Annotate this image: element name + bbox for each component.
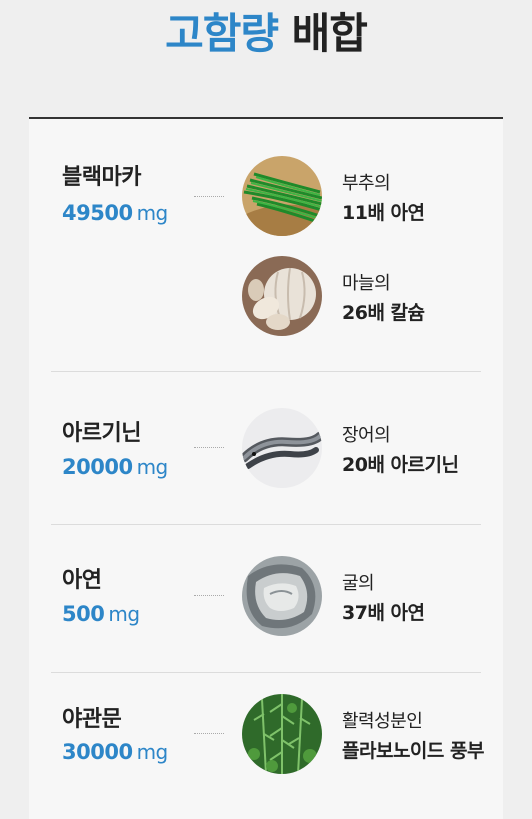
- dotted-connector: [194, 447, 224, 448]
- oyster-icon: [242, 556, 322, 636]
- amount-value: 500: [62, 602, 105, 626]
- ingredient-name: 아르기닌: [62, 421, 141, 446]
- comparison-source: 부추의: [342, 173, 391, 194]
- title-accent: 고함량: [165, 9, 279, 58]
- comparison-value: 37배 아연: [342, 602, 425, 624]
- comparison-source: 장어의: [342, 425, 391, 446]
- row-divider: [51, 672, 481, 673]
- ingredient-amount: 500 mg: [62, 602, 140, 626]
- dotted-connector: [194, 733, 224, 734]
- comparison-source: 활력성분인: [342, 711, 423, 732]
- row-divider: [51, 371, 481, 372]
- amount-value: 30000: [62, 740, 133, 764]
- eel-icon: [242, 408, 322, 488]
- title-rest: 배합: [291, 9, 368, 58]
- ingredient-name: 아연: [62, 568, 102, 593]
- amount-unit: mg: [108, 602, 140, 626]
- comparison-value: 11배 아연: [342, 202, 425, 224]
- comparison-value: 플라보노이드 풍부: [342, 740, 484, 762]
- herb-icon: [242, 694, 322, 774]
- row-divider: [51, 524, 481, 525]
- ingredients-card: 블랙마카 49500 mg 부추의 11배 아연 마늘의 26배 칼슘 아르기닌…: [29, 117, 503, 819]
- ingredient-amount: 49500 mg: [62, 201, 168, 225]
- dotted-connector: [194, 595, 224, 596]
- chives-icon: [242, 156, 322, 236]
- ingredient-name: 야관문: [62, 707, 122, 732]
- comparison-source: 마늘의: [342, 273, 391, 294]
- amount-value: 20000: [62, 455, 133, 479]
- garlic-icon: [242, 256, 322, 336]
- dotted-connector: [194, 196, 224, 197]
- comparison-value: 26배 칼슘: [342, 302, 425, 324]
- ingredient-amount: 30000 mg: [62, 740, 168, 764]
- amount-unit: mg: [136, 201, 169, 225]
- page-title: 고함량 배합: [0, 6, 532, 62]
- amount-value: 49500: [62, 201, 133, 225]
- amount-unit: mg: [136, 455, 169, 479]
- comparison-value: 20배 아르기닌: [342, 454, 459, 476]
- comparison-source: 굴의: [342, 573, 375, 594]
- amount-unit: mg: [136, 740, 169, 764]
- ingredient-amount: 20000 mg: [62, 455, 168, 479]
- ingredient-name: 블랙마카: [62, 165, 141, 190]
